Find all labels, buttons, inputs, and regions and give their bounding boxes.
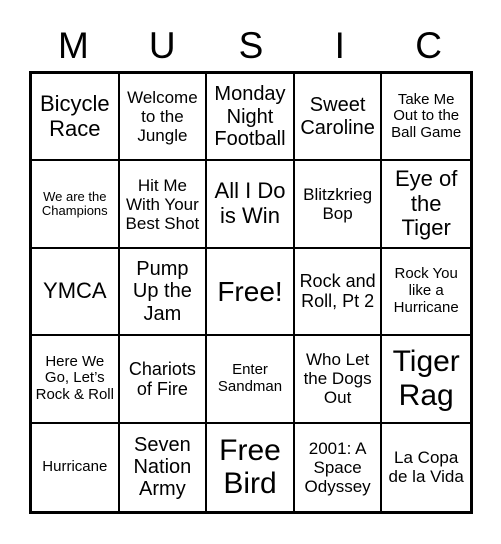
bingo-cell[interactable]: La Copa de la Vida [382, 424, 470, 511]
bingo-cell[interactable]: Rock and Roll, Pt 2 [294, 248, 383, 337]
bingo-cell-label: Pump Up the Jam [132, 257, 192, 325]
bingo-cell-label: We are the Champions [41, 188, 108, 219]
bingo-cell-label: YMCA [43, 278, 107, 304]
bingo-cell[interactable]: Pump Up the Jam [119, 248, 208, 337]
bingo-cell[interactable]: Tiger Rag [382, 336, 470, 424]
bingo-header: M U S I C [29, 24, 473, 68]
bingo-cell-label: Blitzkrieg Bop [303, 185, 373, 224]
bingo-cell-label: Free! [217, 275, 283, 307]
bingo-cell-label: Enter Sandman [217, 361, 283, 395]
bingo-cell-label: Rock and Roll, Pt 2 [299, 271, 376, 312]
bingo-cell-label: Chariots of Fire [128, 358, 196, 399]
bingo-cell[interactable]: YMCA [32, 248, 120, 337]
header-letter-s: S [238, 25, 264, 66]
bingo-cell-label: All I Do is Win [214, 178, 286, 229]
bingo-cell[interactable]: Free Bird [207, 423, 295, 511]
bingo-cell[interactable]: Hit Me With Your Best Shot [119, 161, 208, 249]
bingo-cell-label: 2001: A Space Odyssey [304, 438, 371, 496]
bingo-cell[interactable]: Chariots of Fire [119, 336, 208, 424]
bingo-cell[interactable]: Blitzkrieg Bop [294, 161, 383, 249]
header-letter-m: M [57, 25, 89, 66]
bingo-cell-label: Here We Go, Let’s Rock & Roll [35, 352, 114, 404]
bingo-cell-label: Rock You like a Hurricane [393, 265, 459, 316]
bingo-cell-label: Hurricane [42, 457, 108, 475]
bingo-cell-label: Eye of the Tiger [395, 166, 458, 241]
bingo-cell-label: Bicycle Race [39, 91, 110, 141]
bingo-cell[interactable]: Bicycle Race [32, 74, 120, 162]
bingo-cell-label: Take Me Out to the Ball Game [391, 90, 462, 142]
bingo-cell-label: Sweet Caroline [300, 94, 375, 139]
bingo-cell[interactable]: Eye of the Tiger [382, 161, 470, 249]
bingo-cell[interactable]: Seven Nation Army [120, 423, 208, 511]
bingo-cell-label: La Copa de la Vida [388, 448, 464, 487]
bingo-cell[interactable]: Take Me Out to the Ball Game [382, 74, 470, 162]
bingo-cell[interactable]: Enter Sandman [207, 336, 295, 424]
header-letter-u: U [148, 25, 176, 66]
bingo-cell[interactable]: Rock You like a Hurricane [382, 249, 470, 337]
bingo-cell[interactable]: Who Let the Dogs Out [294, 336, 383, 424]
bingo-cell-label: Seven Nation Army [133, 433, 192, 501]
bingo-cell-label: Tiger Rag [392, 345, 460, 412]
bingo-cell[interactable]: We are the Champions [32, 161, 120, 249]
bingo-cell-label: Free Bird [219, 433, 281, 501]
header-letter-i: I [334, 25, 345, 66]
bingo-cell[interactable]: Sweet Caroline [294, 74, 383, 162]
bingo-cell[interactable]: 2001: A Space Odyssey [295, 423, 383, 511]
bingo-cell[interactable]: Here We Go, Let’s Rock & Roll [32, 336, 120, 424]
bingo-cell[interactable]: Hurricane [32, 423, 120, 511]
bingo-cell[interactable]: Monday Night Football [207, 74, 295, 162]
free-space-cell[interactable]: Free! [207, 248, 295, 337]
bingo-card: Bicycle Race Welcome to the Jungle Monday … [29, 71, 473, 514]
header-letter-c: C [415, 25, 442, 66]
bingo-cell-label: Monday Night Football [214, 83, 286, 150]
bingo-cell-label: Who Let the Dogs Out [303, 350, 372, 408]
bingo-cell-label: Hit Me With Your Best Shot [125, 175, 200, 233]
bingo-cell[interactable]: All I Do is Win [207, 161, 295, 249]
bingo-cell-label: Welcome to the Jungle [127, 88, 198, 146]
bingo-cell[interactable]: Welcome to the Jungle [119, 74, 208, 162]
